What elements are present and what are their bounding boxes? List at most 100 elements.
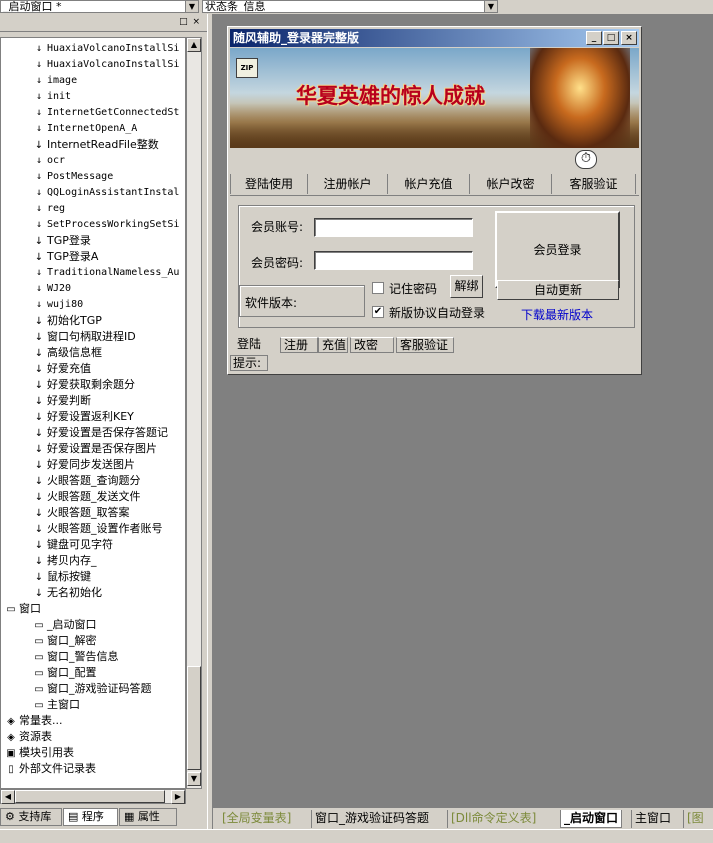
- tree-item[interactable]: ↓ ocr: [33, 153, 65, 169]
- tree-item[interactable]: ↓ InternetOpenA_A: [33, 121, 137, 137]
- mini-tab-change-password[interactable]: 改密: [350, 337, 394, 353]
- download-latest-link[interactable]: 下载最新版本: [521, 306, 593, 323]
- tree-item[interactable]: ◈ 资源表: [5, 729, 52, 745]
- tree-item[interactable]: ▭ _启动窗口: [33, 617, 96, 633]
- member-login-button[interactable]: 会员登录: [495, 211, 620, 288]
- tree-item[interactable]: ▯ 外部文件记录表: [5, 761, 96, 777]
- member-combo[interactable]: 状态条_信息 ▼: [202, 0, 498, 13]
- maximize-icon[interactable]: □: [603, 31, 619, 45]
- tab-main-window[interactable]: 主窗口: [631, 810, 674, 828]
- tree-item[interactable]: ↓ HuaxiaVolcanoInstallSi: [33, 57, 179, 73]
- form-title: 随风辅助_登录器完整版: [233, 31, 360, 45]
- tree-item[interactable]: ↓ 好爱同步发送图片: [33, 457, 135, 473]
- tree-item[interactable]: ▭ 窗口_配置: [33, 665, 96, 681]
- tree-item[interactable]: ↓ init: [33, 89, 71, 105]
- unbind-button[interactable]: 解绑: [450, 275, 483, 298]
- tree-item[interactable]: ▭ 窗口_解密: [33, 633, 96, 649]
- nav-register[interactable]: 注册帐户: [308, 174, 388, 194]
- tree-item[interactable]: ↓ 好爱获取剩余题分: [33, 377, 135, 393]
- tab-global-variables[interactable]: [全局变量表]: [219, 810, 294, 828]
- nav-recharge[interactable]: 帐户充值: [388, 174, 470, 194]
- close-icon[interactable]: ×: [621, 31, 637, 45]
- nav-support[interactable]: 客服验证: [552, 174, 636, 194]
- mini-tab-support[interactable]: 客服验证: [396, 337, 454, 353]
- tree-item[interactable]: ↓ 无名初始化: [33, 585, 102, 601]
- tree-item-label: SetProcessWorkingSetSi: [47, 219, 180, 230]
- scroll-left-icon[interactable]: ◀: [1, 790, 15, 804]
- tree-item[interactable]: ↓ 火眼答题_取答案: [33, 505, 130, 521]
- password-input[interactable]: [314, 251, 473, 270]
- tree-item[interactable]: ↓ 好爱设置是否保存答题记: [33, 425, 168, 441]
- tab-properties[interactable]: ▦ 属性: [119, 808, 177, 826]
- minimize-icon[interactable]: _: [586, 31, 602, 45]
- tree-item[interactable]: ◈ 常量表...: [5, 713, 62, 729]
- tree-item[interactable]: ▭ 窗口_警告信息: [33, 649, 118, 665]
- tree-item[interactable]: ↓ 初始化TGP: [33, 313, 102, 329]
- tab-captcha-window[interactable]: 窗口_游戏验证码答题: [311, 810, 432, 828]
- hscroll-thumb[interactable]: [15, 790, 165, 803]
- window-combo[interactable]: _启动窗口 * ▼: [0, 0, 199, 13]
- tree-item[interactable]: ↓ 火眼答题_发送文件: [33, 489, 141, 505]
- tree-item[interactable]: ↓ TGP登录A: [33, 249, 99, 265]
- tab-support-library[interactable]: ⚙ 支持库: [0, 808, 62, 826]
- sub-icon: ↓: [35, 267, 43, 278]
- tree-item[interactable]: ▭ 窗口: [5, 601, 41, 617]
- tree-item[interactable]: ↓ WJ20: [33, 281, 71, 297]
- scroll-down-icon[interactable]: ▼: [187, 772, 201, 786]
- tree-horizontal-scrollbar[interactable]: ◀ ▶: [0, 789, 186, 804]
- mini-tab-register[interactable]: 注册: [280, 337, 318, 353]
- chevron-down-icon[interactable]: ▼: [185, 1, 198, 12]
- tree-item[interactable]: ▭ 窗口_游戏验证码答题: [33, 681, 151, 697]
- tab-more[interactable]: [图: [683, 810, 707, 828]
- login-form-window[interactable]: 随风辅助_登录器完整版 _ □ × ZIP 华夏英雄的惊人成就 ⏱ 登陆使用 注…: [227, 26, 642, 375]
- tree-item[interactable]: ↓ 鼠标按键: [33, 569, 91, 585]
- tree-item[interactable]: ↓ image: [33, 73, 77, 89]
- nav-login[interactable]: 登陆使用: [230, 174, 308, 194]
- remember-password-checkbox[interactable]: [372, 282, 384, 294]
- chevron-down-icon[interactable]: ▼: [484, 1, 497, 12]
- tree-item[interactable]: ↓ SetProcessWorkingSetSi: [33, 217, 179, 233]
- auto-login-checkbox[interactable]: ✔: [372, 306, 384, 318]
- tab-startup-window[interactable]: _启动窗口: [560, 810, 623, 828]
- form-titlebar[interactable]: 随风辅助_登录器完整版 _ □ ×: [230, 29, 639, 47]
- tree-item-label: 高级信息框: [47, 346, 102, 359]
- form-nav: 登陆使用 注册帐户 帐户充值 帐户改密 客服验证: [230, 174, 639, 196]
- tree-item-label: 外部文件记录表: [19, 762, 96, 775]
- tree-item[interactable]: ▣ 模块引用表: [5, 745, 74, 761]
- mini-tab-login[interactable]: 登陆: [234, 337, 278, 353]
- tree-item[interactable]: ↓ TGP登录: [33, 233, 91, 249]
- auto-update-button[interactable]: 自动更新: [497, 280, 619, 300]
- tree-item[interactable]: ↓ 键盘可见字符: [33, 537, 113, 553]
- tab-dll-commands[interactable]: [Dll命令定义表]: [447, 810, 539, 828]
- tree-item[interactable]: ↓ TraditionalNameless_Au: [33, 265, 179, 281]
- tree-item[interactable]: ↓ InternetGetConnectedSt: [33, 105, 179, 121]
- tree-item[interactable]: ↓ PostMessage: [33, 169, 113, 185]
- tab-program[interactable]: ▤ 程序: [63, 808, 118, 826]
- sub-icon: ↓: [35, 43, 43, 54]
- scroll-right-icon[interactable]: ▶: [171, 790, 185, 804]
- scroll-thumb[interactable]: [187, 666, 201, 770]
- tree-item[interactable]: ↓ HuaxiaVolcanoInstallSi: [33, 41, 179, 57]
- pane-pin-close-icon[interactable]: □ ×: [179, 17, 201, 27]
- scroll-up-icon[interactable]: ▲: [187, 38, 201, 52]
- tree-item[interactable]: ↓ 好爱充值: [33, 361, 91, 377]
- tree-item[interactable]: ↓ QQLoginAssistantInstal: [33, 185, 179, 201]
- tree-item-label: 好爱设置是否保存答题记: [47, 426, 168, 439]
- tree-item[interactable]: ↓ 窗口句柄取进程ID: [33, 329, 136, 345]
- tree-item[interactable]: ↓ InternetReadFile整数: [33, 137, 159, 153]
- tree-item[interactable]: ↓ wuji80: [33, 297, 83, 313]
- tree-item[interactable]: ↓ 高级信息框: [33, 345, 102, 361]
- tree-item[interactable]: ↓ 火眼答题_查询题分: [33, 473, 141, 489]
- tree-item[interactable]: ↓ reg: [33, 201, 65, 217]
- nav-change-password[interactable]: 帐户改密: [470, 174, 552, 194]
- tree-item[interactable]: ↓ 好爱设置返利KEY: [33, 409, 134, 425]
- tree-vertical-scrollbar[interactable]: ▲ ▼: [186, 37, 202, 789]
- project-tree[interactable]: ↓ HuaxiaVolcanoInstallSi ↓ HuaxiaVolcanoIns…: [0, 37, 186, 789]
- tree-item[interactable]: ▭ 主窗口: [33, 697, 80, 713]
- tree-item[interactable]: ↓ 火眼答题_设置作者账号: [33, 521, 163, 537]
- tree-item[interactable]: ↓ 好爱判断: [33, 393, 91, 409]
- tree-item[interactable]: ↓ 好爱设置是否保存图片: [33, 441, 157, 457]
- tree-item[interactable]: ↓ 拷贝内存_: [33, 553, 97, 569]
- account-input[interactable]: [314, 218, 473, 237]
- mini-tab-recharge[interactable]: 充值: [318, 337, 348, 353]
